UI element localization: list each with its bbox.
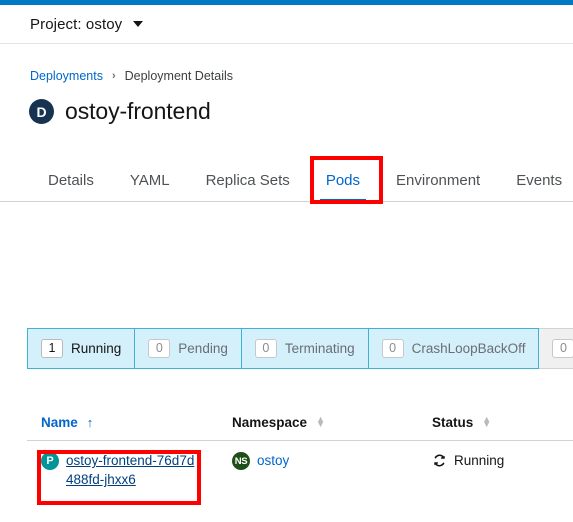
tab-replica-sets[interactable]: Replica Sets — [188, 160, 308, 201]
status-filter-count: 0 — [254, 338, 277, 359]
sort-both-icon: ▲ ▼ — [482, 414, 492, 429]
status-text: Running — [454, 453, 505, 468]
chevron-down-icon — [133, 21, 144, 27]
breadcrumb-link-deployments[interactable]: Deployments — [30, 69, 103, 83]
tab-details[interactable]: Details — [30, 160, 112, 201]
sync-icon — [432, 453, 447, 471]
sort-asc-icon: ↑ — [86, 414, 94, 430]
deployment-badge-icon: D — [29, 99, 54, 124]
tab-environment[interactable]: Environment — [378, 160, 498, 201]
status-filter-count: 0 — [381, 338, 404, 359]
status-filter-crashloopbackoff[interactable]: 0 CrashLoopBackOff — [368, 328, 540, 369]
status-filter-completed[interactable]: 0 Co — [539, 328, 573, 369]
page-title-row: D ostoy-frontend — [29, 98, 211, 125]
cell-pod-name: P ostoy-frontend-76d7d488fd-jhxx6 — [27, 451, 232, 489]
tab-pods[interactable]: Pods — [308, 160, 378, 202]
table-header-row: Name ↑ Namespace ▲ ▼ Status ▲ ▼ — [27, 404, 573, 441]
breadcrumb: Deployments › Deployment Details — [30, 69, 233, 83]
status-filter-label: Terminating — [284, 341, 355, 356]
status-filter-label: Running — [71, 341, 122, 356]
status-filter-bar: 1 Running 0 Pending 0 Terminating 0 Cras… — [27, 328, 573, 369]
namespace-link[interactable]: ostoy — [257, 451, 289, 470]
status-filter-label: Pending — [178, 341, 228, 356]
tab-bar: Details YAML Replica Sets Pods Environme… — [0, 160, 573, 202]
project-selector-label: Project: ostoy — [30, 15, 123, 33]
column-header-label: Namespace — [232, 414, 308, 430]
status-filter-label: CrashLoopBackOff — [411, 341, 526, 356]
status-filter-terminating[interactable]: 0 Terminating — [241, 328, 369, 369]
column-header-name[interactable]: Name ↑ — [27, 415, 232, 430]
column-header-namespace[interactable]: Namespace ▲ ▼ — [232, 415, 432, 430]
breadcrumb-separator-icon: › — [111, 70, 116, 82]
namespace-badge-icon: NS — [232, 452, 250, 470]
page-title: ostoy-frontend — [65, 98, 211, 124]
pod-badge-icon: P — [41, 452, 59, 470]
status-filter-running[interactable]: 1 Running — [27, 328, 136, 369]
column-header-label: Name — [41, 414, 78, 430]
tab-events[interactable]: Events — [498, 160, 573, 201]
cell-namespace: NS ostoy — [232, 451, 432, 470]
sort-both-icon: ▲ ▼ — [316, 414, 325, 429]
tab-yaml[interactable]: YAML — [112, 160, 188, 201]
status-filter-pending[interactable]: 0 Pending — [135, 328, 242, 369]
pod-name-link[interactable]: ostoy-frontend-76d7d488fd-jhxx6 — [66, 451, 196, 489]
status-filter-count: 0 — [148, 338, 171, 359]
status-filter-count: 0 — [552, 338, 573, 359]
column-header-label: Status — [432, 414, 474, 430]
pods-table: Name ↑ Namespace ▲ ▼ Status ▲ ▼ P ostoy-fr… — [27, 404, 573, 503]
column-header-status[interactable]: Status ▲ ▼ — [432, 415, 572, 430]
cell-status: Running — [432, 451, 572, 471]
breadcrumb-current: Deployment Details — [124, 69, 234, 83]
table-row: P ostoy-frontend-76d7d488fd-jhxx6 NS ost… — [27, 441, 573, 503]
project-selector-toggle[interactable]: Project: ostoy — [30, 15, 144, 33]
project-selector-bar: Project: ostoy — [0, 5, 573, 44]
status-filter-count: 1 — [41, 338, 63, 359]
